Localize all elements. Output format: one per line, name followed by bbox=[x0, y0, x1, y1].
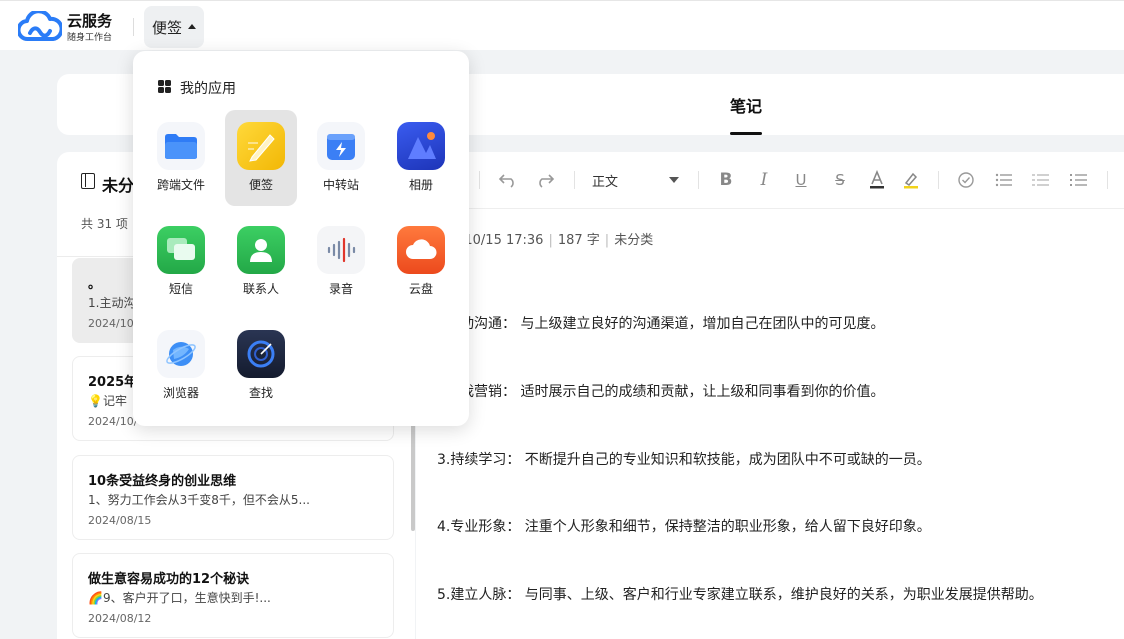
app-notes[interactable]: 便签 bbox=[225, 110, 297, 206]
note-category[interactable]: 未分类 bbox=[614, 233, 653, 248]
browser-icon bbox=[157, 330, 205, 378]
chevron-down-icon bbox=[669, 177, 679, 183]
tab-notes[interactable]: 笔记 bbox=[730, 93, 762, 117]
app-transfer-station[interactable]: 中转站 bbox=[305, 110, 377, 206]
app-label: 联系人 bbox=[242, 282, 279, 296]
cloud-logo-icon[interactable] bbox=[18, 11, 62, 43]
toolbar-divider bbox=[416, 208, 1124, 209]
note-preview: 💡记牢 bbox=[88, 394, 127, 408]
brand-title: 云服务 bbox=[67, 12, 113, 30]
note-date: 2024/08/12 bbox=[88, 612, 152, 625]
strikethrough-icon[interactable]: S bbox=[830, 168, 850, 192]
note-word-count: 187 字 bbox=[557, 233, 600, 248]
underline-icon[interactable]: U bbox=[791, 168, 811, 192]
top-header: 云服务 随身工作台 便签 bbox=[0, 0, 1124, 50]
apps-grid-icon bbox=[158, 80, 172, 94]
paragraph-style-select[interactable]: 正文 bbox=[592, 171, 618, 190]
note-date: 2024/10/ bbox=[88, 415, 138, 428]
app-switcher-button[interactable]: 便签 bbox=[144, 6, 204, 48]
note-count: 共 31 项 bbox=[81, 217, 128, 231]
note-title: 2025年 bbox=[88, 375, 138, 390]
toolbar-separator bbox=[574, 171, 575, 189]
contacts-icon bbox=[237, 226, 285, 274]
folder-icon bbox=[157, 122, 205, 170]
note-datetime: /10/15 17:36 bbox=[460, 233, 544, 248]
italic-icon[interactable]: I bbox=[754, 168, 774, 192]
app-messages[interactable]: 短信 bbox=[145, 214, 217, 310]
message-icon bbox=[157, 226, 205, 274]
toolbar-separator bbox=[479, 171, 480, 189]
note-paragraph[interactable]: 4.专业形象： 注重个人形象和细节，保持整洁的职业形象，给人留下良好印象。 bbox=[437, 516, 931, 536]
app-label: 短信 bbox=[168, 282, 193, 296]
app-label: 查找 bbox=[248, 386, 273, 400]
brand-subtitle: 随身工作台 bbox=[67, 33, 113, 43]
notes-icon bbox=[237, 122, 285, 170]
cloud-drive-icon bbox=[397, 226, 445, 274]
bullet-list-icon[interactable] bbox=[994, 168, 1014, 192]
caret-up-icon bbox=[188, 23, 196, 29]
app-browser[interactable]: 浏览器 bbox=[145, 318, 217, 414]
app-label: 跨端文件 bbox=[156, 178, 205, 192]
recorder-icon bbox=[317, 226, 365, 274]
note-date: 2024/08/15 bbox=[88, 514, 152, 527]
transfer-station-icon bbox=[317, 122, 365, 170]
my-apps-title: 我的应用 bbox=[180, 81, 236, 97]
note-paragraph[interactable]: 我营销： 适时展示自己的成绩和贡献，让上级和同事看到你的价值。 bbox=[460, 381, 884, 401]
app-cloud-drive[interactable]: 云盘 bbox=[385, 214, 457, 310]
toolbar-separator bbox=[938, 171, 939, 189]
notebook-icon bbox=[81, 173, 95, 189]
note-paragraph[interactable]: 5.建立人脉： 与同事、上级、客户和行业专家建立联系，维护良好的关系，为职业发展… bbox=[437, 584, 1043, 604]
note-paragraph[interactable]: 动沟通： 与上级建立良好的沟通渠道，增加自己在团队中的可见度。 bbox=[460, 313, 884, 333]
note-preview: 🌈9、客户开了口，生意快到手!... bbox=[88, 591, 271, 605]
toolbar-separator bbox=[1107, 171, 1108, 189]
gallery-icon bbox=[397, 122, 445, 170]
note-preview: 1.主动沟 bbox=[88, 296, 136, 310]
note-meta: /10/15 17:36 | 187 字 | 未分类 bbox=[460, 233, 654, 248]
numbered-list-icon[interactable] bbox=[1069, 168, 1089, 192]
app-gallery[interactable]: 相册 bbox=[385, 110, 457, 206]
toolbar-separator bbox=[698, 171, 699, 189]
bold-icon[interactable]: B bbox=[716, 168, 736, 192]
note-title: 10条受益终身的创业思维 bbox=[88, 474, 237, 489]
dash-list-icon[interactable] bbox=[1031, 168, 1051, 192]
note-preview: 1、努力工作会从3千变8千，但不会从5... bbox=[88, 493, 310, 507]
app-contacts[interactable]: 联系人 bbox=[225, 214, 297, 310]
app-find-device[interactable]: 查找 bbox=[225, 318, 297, 414]
redo-icon[interactable] bbox=[533, 168, 557, 192]
highlight-icon[interactable] bbox=[901, 168, 921, 192]
note-list-item[interactable]: 10条受益终身的创业思维 1、努力工作会从3千变8千，但不会从5... 2024… bbox=[72, 455, 394, 540]
checklist-icon[interactable] bbox=[956, 168, 976, 192]
app-label: 浏览器 bbox=[162, 386, 199, 400]
tab-active-indicator bbox=[730, 132, 762, 135]
note-title: 做生意容易成功的12个秘诀 bbox=[88, 572, 250, 587]
app-label: 相册 bbox=[408, 178, 433, 192]
app-switcher-label: 便签 bbox=[151, 18, 182, 37]
app-recorder[interactable]: 录音 bbox=[305, 214, 377, 310]
note-title: 。 bbox=[88, 277, 102, 292]
find-device-icon bbox=[237, 330, 285, 378]
app-label: 便签 bbox=[248, 178, 273, 192]
app-label: 云盘 bbox=[408, 282, 433, 296]
undo-icon[interactable] bbox=[496, 168, 520, 192]
app-label: 录音 bbox=[328, 282, 353, 296]
note-list-item[interactable]: 做生意容易成功的12个秘诀 🌈9、客户开了口，生意快到手!... 2024/08… bbox=[72, 553, 394, 638]
app-files[interactable]: 跨端文件 bbox=[145, 110, 217, 206]
note-paragraph[interactable]: 3.持续学习： 不断提升自己的专业知识和软技能，成为团队中不可或缺的一员。 bbox=[437, 449, 931, 469]
note-date: 2024/10 bbox=[88, 317, 134, 330]
font-color-icon[interactable] bbox=[867, 168, 887, 192]
category-title[interactable]: 未分 bbox=[102, 172, 134, 196]
app-label: 中转站 bbox=[322, 178, 359, 192]
header-divider bbox=[133, 18, 134, 36]
